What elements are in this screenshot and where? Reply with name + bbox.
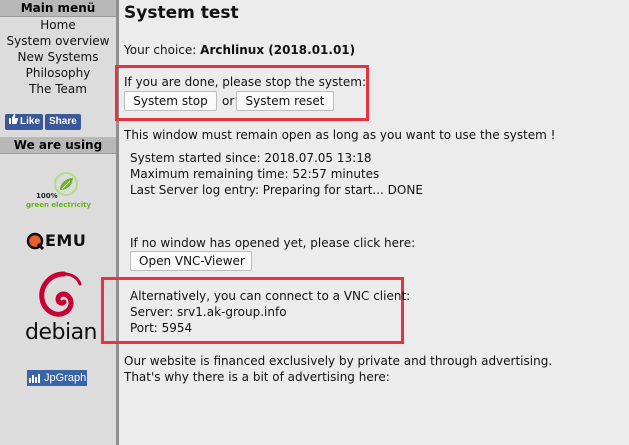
nav-home[interactable]: Home xyxy=(0,17,116,33)
facebook-like-label: Like xyxy=(20,116,41,127)
jpgraph-text: JpGraph xyxy=(44,372,87,384)
bar-chart-icon xyxy=(29,374,40,383)
system-started: System started since: 2018.07.05 13:18 xyxy=(130,151,372,165)
choice-line: Your choice: Archlinux (2018.01.01) xyxy=(124,43,355,57)
open-vnc-viewer-button[interactable]: Open VNC-Viewer xyxy=(130,251,252,271)
facebook-like-button[interactable]: Like xyxy=(5,114,44,130)
nav-the-team[interactable]: The Team xyxy=(0,81,116,97)
stop-prompt: If you are done, please stop the system: xyxy=(124,75,367,89)
remaining-time: Maximum remaining time: 52:57 minutes xyxy=(130,167,380,181)
vnc-alternative-text: Alternatively, you can connect to a VNC … xyxy=(130,289,411,303)
vnc-server: Server: srv1.ak-group.info xyxy=(130,305,287,319)
or-text: or xyxy=(222,94,235,108)
main-nav: Home System overview New Systems Philoso… xyxy=(0,17,116,97)
we-are-using-header: We are using xyxy=(0,137,116,154)
social-buttons: Like Share xyxy=(0,114,116,130)
finance-text: Our website is financed exclusively by p… xyxy=(124,354,553,368)
server-log-entry: Last Server log entry: Preparing for sta… xyxy=(130,183,423,197)
facebook-share-button[interactable]: Share xyxy=(45,114,81,130)
choice-value: Archlinux (2018.01.01) xyxy=(200,43,356,57)
green-electricity-logo: 100% green electricity xyxy=(24,170,94,210)
system-reset-button[interactable]: System reset xyxy=(236,91,334,111)
green-electricity-percent: 100% xyxy=(36,192,58,200)
nav-philosophy[interactable]: Philosophy xyxy=(0,65,116,81)
debian-logo: debian xyxy=(22,266,102,356)
qemu-logo: EMU xyxy=(26,231,86,250)
page-title: System test xyxy=(124,3,239,23)
qemu-q-icon xyxy=(26,232,44,250)
nav-new-systems[interactable]: New Systems xyxy=(0,49,116,65)
main-menu-header: Main menü xyxy=(0,0,116,17)
advertising-text: That's why there is a bit of advertising… xyxy=(124,370,390,384)
nav-system-overview[interactable]: System overview xyxy=(0,33,116,49)
qemu-text: EMU xyxy=(45,231,87,250)
choice-label: Your choice: xyxy=(124,43,201,57)
no-window-text: If no window has opened yet, please clic… xyxy=(130,236,416,250)
thumbs-up-icon xyxy=(8,114,19,130)
debian-text: debian xyxy=(25,320,98,345)
window-notice: This window must remain open as long as … xyxy=(124,128,556,142)
system-stop-button[interactable]: System stop xyxy=(124,91,217,111)
vnc-port: Port: 5954 xyxy=(130,321,193,335)
green-electricity-text: green electricity xyxy=(26,201,92,209)
sidebar: Main menü Home System overview New Syste… xyxy=(0,0,119,445)
jpgraph-logo: JpGraph xyxy=(27,370,87,386)
debian-swirl-icon xyxy=(39,271,82,317)
